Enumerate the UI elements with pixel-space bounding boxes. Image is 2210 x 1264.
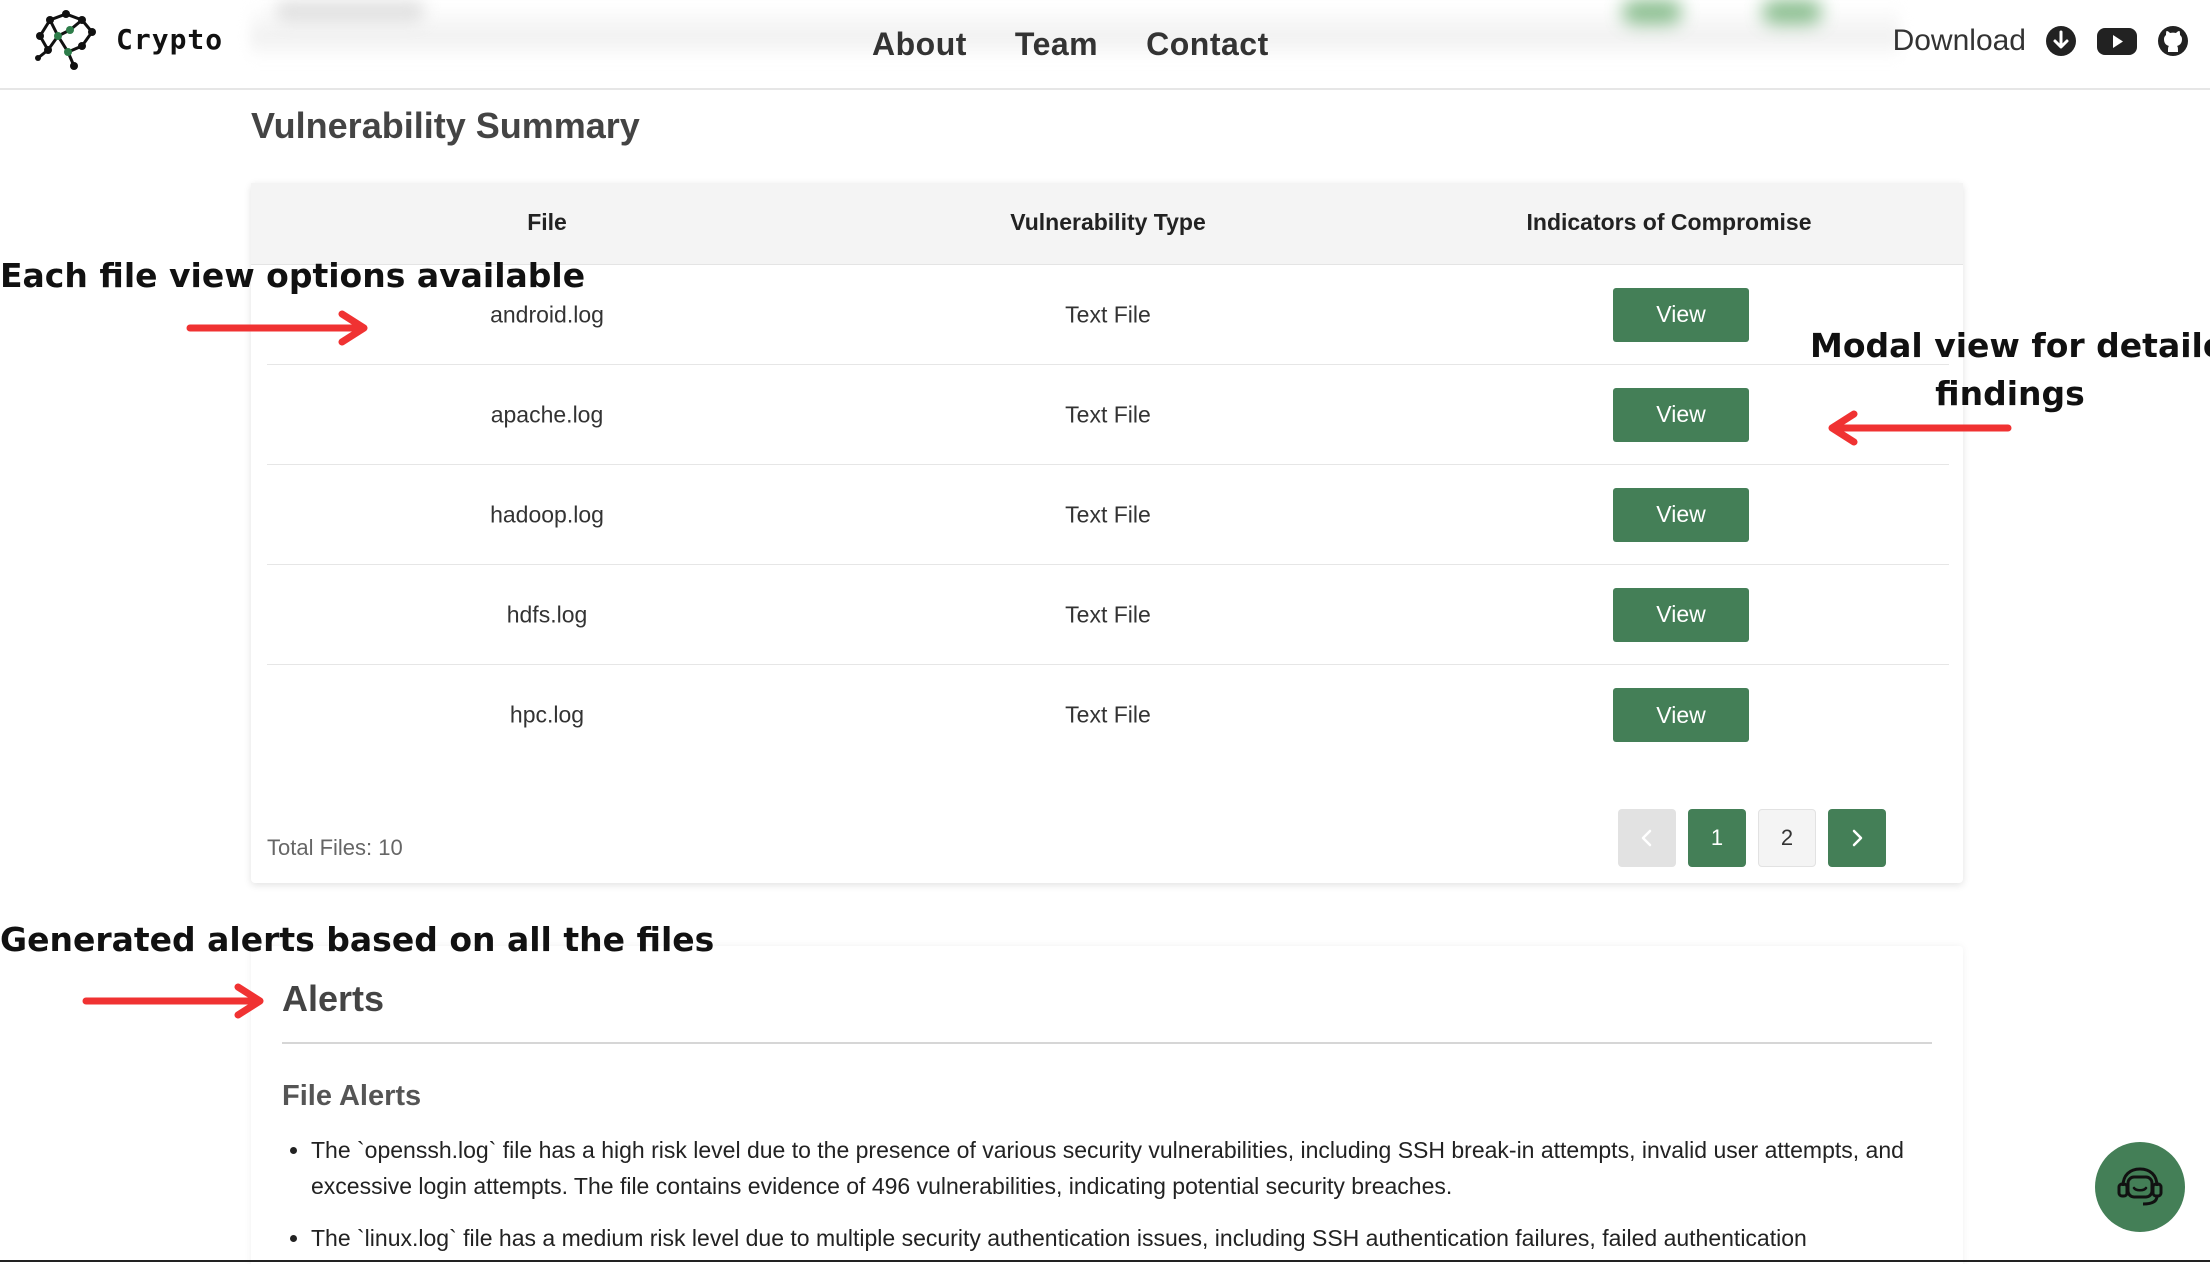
table-header: File Vulnerability Type Indicators of Co…: [251, 183, 1963, 265]
divider: [282, 1042, 1932, 1044]
blurred-overlay-pill: [275, 0, 425, 22]
annotation-alerts-note: Generated alerts based on all the files: [0, 920, 715, 959]
bottom-border: [0, 1260, 2210, 1262]
total-files-count: Total Files: 10: [267, 835, 403, 860]
network-logo-icon: [35, 10, 96, 70]
view-button[interactable]: View: [1613, 688, 1749, 742]
blurred-overlay-dot: [1762, 0, 1822, 24]
chat-support-icon: [2117, 1167, 2163, 1206]
column-header-vulnerability-type: Vulnerability Type: [1010, 209, 1206, 235]
nav-link-team[interactable]: Team: [1015, 26, 1098, 63]
page: Crypto About Team Contact Download Vulne…: [0, 0, 2210, 1264]
view-button[interactable]: View: [1613, 287, 1749, 342]
file-name: hadoop.log: [490, 501, 604, 527]
annotation-arrow-left-icon: [1828, 410, 2012, 446]
view-button[interactable]: View: [1613, 487, 1749, 542]
annotation-arrow-right-icon: [82, 983, 264, 1019]
github-icon[interactable]: [2156, 24, 2190, 58]
alerts-title: Alerts: [282, 978, 385, 1019]
pagination: 1 2: [1618, 809, 1886, 867]
alert-item: The `openssh.log` file has a high risk l…: [311, 1132, 1941, 1204]
next-page-button[interactable]: [1828, 809, 1886, 867]
chat-support-button[interactable]: [2095, 1142, 2185, 1232]
brand-name: Crypto: [116, 22, 224, 56]
alerts-panel: Alerts File Alerts The `openssh.log` fil…: [251, 946, 1963, 1264]
alerts-list: The `openssh.log` file has a high risk l…: [311, 1132, 1941, 1264]
table-row: hdfs.log Text File View: [267, 565, 1949, 665]
youtube-icon[interactable]: [2096, 24, 2138, 58]
vulnerability-type: Text File: [1065, 301, 1151, 327]
view-button[interactable]: View: [1613, 587, 1749, 642]
file-name: apache.log: [490, 401, 604, 427]
alert-item: The `linux.log` file has a medium risk l…: [311, 1220, 1941, 1256]
table-row: hpc.log Text File View: [267, 665, 1949, 765]
brand-logo[interactable]: Crypto: [30, 6, 223, 72]
column-header-indicators: Indicators of Compromise: [1526, 209, 1812, 235]
page-1-button[interactable]: 1: [1688, 809, 1746, 867]
chevron-left-icon: [1641, 829, 1652, 847]
page-2-button[interactable]: 2: [1758, 809, 1816, 867]
annotation-modal-line: Modal view for detailed: [1810, 326, 2210, 365]
vulnerability-type: Text File: [1065, 701, 1151, 728]
blurred-overlay-dot: [1622, 0, 1682, 24]
nav-link-about[interactable]: About: [872, 26, 967, 63]
file-name: hdfs.log: [506, 601, 588, 627]
chevron-right-icon: [1852, 829, 1863, 847]
previous-page-button[interactable]: [1618, 809, 1676, 867]
vulnerability-type: Text File: [1065, 601, 1151, 627]
annotation-modal-view: Modal view for detailed findings: [1810, 322, 2210, 418]
main-nav: About Team Contact: [872, 26, 1269, 63]
annotation-arrow-right-icon: [186, 310, 368, 346]
annotation-file-view: Each file view options available: [0, 256, 586, 295]
table-row: hadoop.log Text File View: [267, 465, 1949, 565]
nav-link-contact[interactable]: Contact: [1146, 26, 1269, 63]
vulnerability-summary-title: Vulnerability Summary: [251, 105, 640, 146]
table-row: apache.log Text File View: [267, 365, 1949, 465]
vulnerability-type: Text File: [1065, 401, 1151, 427]
download-circle-icon[interactable]: [2044, 24, 2078, 58]
download-link[interactable]: Download: [1893, 24, 2026, 58]
column-header-file: File: [527, 209, 567, 235]
view-button[interactable]: View: [1613, 387, 1749, 442]
vulnerability-type: Text File: [1065, 501, 1151, 527]
file-name: hpc.log: [509, 701, 585, 728]
nav-actions: Download: [1893, 24, 2190, 58]
file-alerts-heading: File Alerts: [282, 1080, 422, 1112]
file-name: android.log: [490, 301, 604, 327]
top-navbar: Crypto About Team Contact Download: [0, 0, 2210, 90]
